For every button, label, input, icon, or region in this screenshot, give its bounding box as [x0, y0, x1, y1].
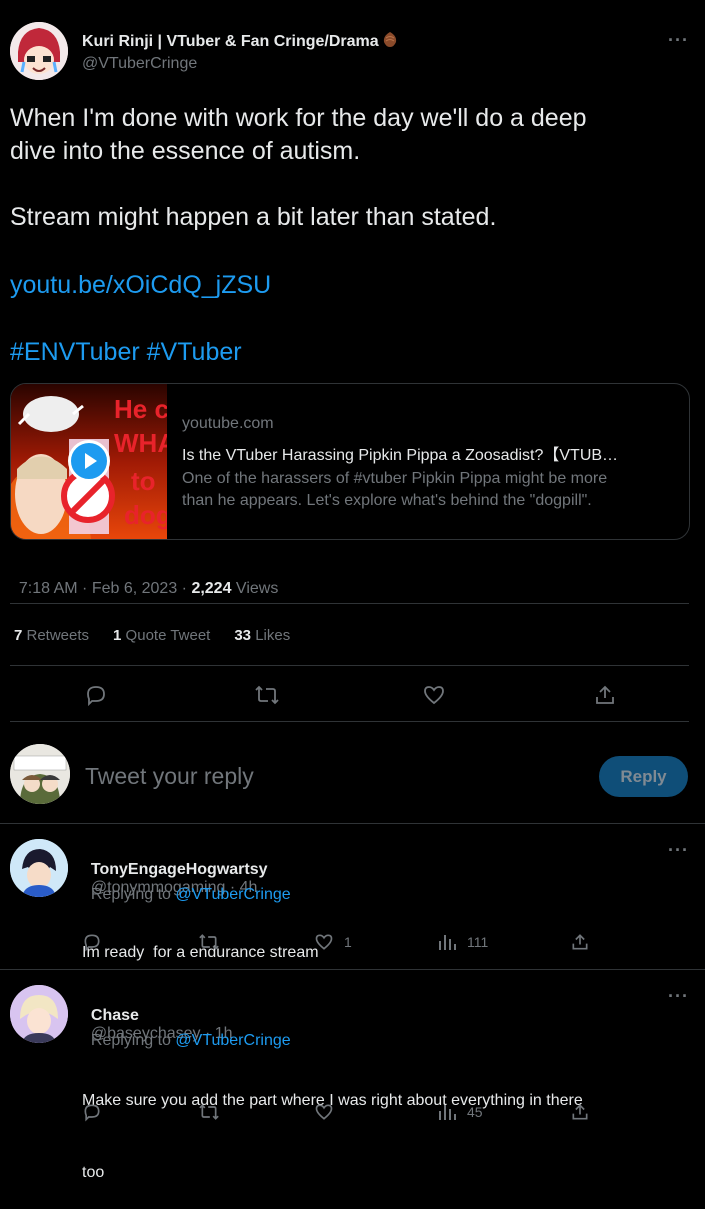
divider [0, 823, 705, 824]
like-button[interactable]: 1 [314, 932, 352, 952]
tweet-text-line: Stream might happen a bit later than sta… [10, 203, 497, 231]
retweet-icon[interactable] [254, 683, 280, 707]
card-desc-line: One of the harassers of #vtuber Pipkin P… [182, 470, 608, 487]
reply-icon[interactable] [82, 1102, 102, 1122]
thumb-text-line: dog [124, 500, 167, 530]
retweets-label: Retweets [22, 627, 90, 644]
tweet-link[interactable]: youtu.be/xOiCdQ_jZSU [10, 269, 271, 302]
play-button-icon[interactable] [68, 440, 110, 482]
thumb-text-line: He c [114, 394, 167, 424]
card-domain: youtube.com [182, 415, 274, 432]
likes-stat[interactable]: 33 Likes [234, 627, 290, 644]
more-options-icon[interactable]: ··· [668, 840, 689, 861]
chestnut-emoji-icon [381, 30, 399, 53]
reply-avatar[interactable] [10, 839, 68, 897]
divider [10, 603, 689, 604]
card-description: One of the harassers of #vtuber Pipkin P… [182, 468, 607, 512]
like-icon [314, 932, 334, 952]
reply-button[interactable]: Reply [599, 756, 688, 797]
views-count: 45 [467, 1104, 483, 1120]
link-card[interactable]: He c WHA to dog youtube.com Is the VTube… [10, 383, 690, 540]
views-count: 2,224 [191, 580, 232, 597]
analytics-icon [437, 1102, 457, 1122]
views-button[interactable]: 111 [437, 932, 488, 952]
like-icon[interactable] [314, 1102, 334, 1122]
thumb-text-line: WHA [114, 428, 167, 458]
analytics-icon [437, 932, 457, 952]
share-icon[interactable] [593, 683, 617, 707]
card-thumbnail: He c WHA to dog [11, 384, 167, 539]
author-name[interactable]: Kuri Rinji | VTuber & Fan Cringe/Drama [82, 33, 379, 51]
reply-icon[interactable] [82, 932, 102, 952]
author-handle[interactable]: @VTuberCringe [82, 55, 197, 73]
tweet-text-line: dive into the essence of autism. [10, 137, 361, 165]
retweet-icon[interactable] [198, 932, 220, 952]
likes-count: 33 [234, 627, 252, 644]
divider [10, 721, 689, 722]
share-icon[interactable] [570, 932, 590, 952]
like-icon[interactable] [422, 683, 446, 707]
retweets-stat[interactable]: 7 Retweets [14, 627, 89, 644]
user-avatar[interactable] [10, 744, 70, 804]
reply-input[interactable]: Tweet your reply [85, 763, 254, 790]
card-title: Is the VTuber Harassing Pipkin Pippa a Z… [182, 447, 619, 464]
likes-label: Likes [251, 627, 291, 644]
more-options-icon[interactable]: ··· [668, 986, 689, 1007]
reply-avatar[interactable] [10, 985, 68, 1043]
views-button[interactable]: 45 [437, 1102, 483, 1122]
quotes-label: Quote Tweet [121, 627, 211, 644]
author-avatar[interactable] [10, 22, 68, 80]
views-count: 111 [467, 934, 489, 950]
tweet-text-line: When I'm done with work for the day we'l… [10, 104, 587, 132]
reply-text: Make sure you add the part where I was r… [82, 1041, 583, 1209]
card-desc-line: than he appears. Let's explore what's be… [182, 492, 592, 509]
retweet-icon[interactable] [198, 1102, 220, 1122]
more-options-icon[interactable]: ··· [668, 30, 689, 51]
tweet-text: When I'm done with work for the day we'l… [10, 102, 587, 168]
reply-text-line: too [82, 1164, 105, 1181]
tweet-hashtags[interactable]: #ENVTuber #VTuber [10, 336, 242, 369]
divider [10, 665, 689, 666]
thumb-text-line: to [131, 466, 156, 496]
like-count: 1 [344, 934, 352, 950]
views-label: Views [231, 580, 279, 597]
share-icon[interactable] [570, 1102, 590, 1122]
reply-icon[interactable] [84, 683, 108, 707]
divider [0, 969, 705, 970]
quotes-stat[interactable]: 1 Quote Tweet [113, 627, 210, 644]
tweet-timestamp[interactable]: 7:18 AM · Feb 6, 2023 · [19, 580, 192, 597]
